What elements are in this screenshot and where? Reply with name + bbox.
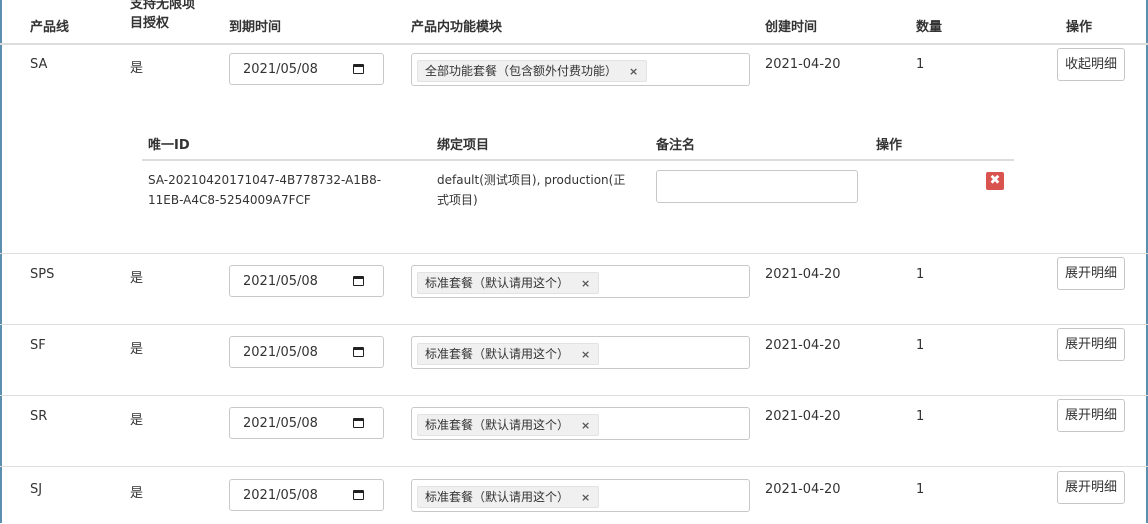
created-cell: 2021-04-20 (765, 267, 841, 282)
created-cell: 2021-04-20 (765, 57, 841, 72)
header-created: 创建时间 (765, 20, 818, 35)
table-row-sr: SR 是 2021/05/08 标准套餐（默认请用这个） × 2021-04-20… (0, 395, 1148, 466)
quantity-cell: 1 (916, 57, 925, 72)
tag-remove-icon[interactable]: × (581, 348, 590, 361)
module-select[interactable]: 标准套餐（默认请用这个） × (411, 407, 750, 440)
module-tag-label: 全部功能套餐（包含额外付费功能） (425, 64, 618, 78)
expire-date-value: 2021/05/08 (243, 345, 318, 360)
table-row-sf: SF 是 2021/05/08 标准套餐（默认请用这个） × 2021-04-20… (0, 324, 1148, 395)
expire-date-value: 2021/05/08 (243, 62, 318, 77)
tag-remove-icon[interactable]: × (581, 419, 590, 432)
expire-date-input[interactable]: 2021/05/08 (229, 265, 384, 297)
remark-input[interactable] (656, 170, 858, 203)
module-tag: 标准套餐（默认请用这个） × (417, 486, 600, 508)
detail-uid-cell: SA-20210420171047-4B778732-A1B8- 11EB-A4… (148, 170, 381, 210)
module-select[interactable]: 标准套餐（默认请用这个） × (411, 265, 750, 298)
detail-project-line1: default(测试项目), production(正 (437, 173, 626, 187)
module-tag: 标准套餐（默认请用这个） × (417, 414, 600, 436)
table-header: 产品线 支持无限项 目授权 到期时间 产品内功能模块 创建时间 数量 操作 (0, 0, 1148, 45)
created-cell: 2021-04-20 (765, 409, 841, 424)
product-cell: SF (30, 338, 46, 353)
calendar-icon[interactable] (353, 64, 364, 74)
quantity-cell: 1 (916, 267, 925, 282)
collapse-detail-button[interactable]: 收起明细 (1057, 48, 1126, 81)
expire-date-input[interactable]: 2021/05/08 (229, 407, 384, 439)
delete-icon[interactable]: ✖ (986, 172, 1004, 190)
detail-header-remark: 备注名 (656, 138, 696, 153)
calendar-icon[interactable] (353, 347, 364, 357)
expire-date-input[interactable]: 2021/05/08 (229, 53, 384, 85)
module-tag-label: 标准套餐（默认请用这个） (425, 276, 570, 290)
module-tag: 标准套餐（默认请用这个） × (417, 272, 600, 294)
module-tag: 全部功能套餐（包含额外付费功能） × (417, 60, 648, 82)
unlimited-cell: 是 (130, 413, 144, 428)
table-row-sps: SPS 是 2021/05/08 标准套餐（默认请用这个） × 2021-04-2… (0, 253, 1148, 324)
module-tag-label: 标准套餐（默认请用这个） (425, 490, 570, 504)
tag-remove-icon[interactable]: × (581, 491, 590, 504)
expand-detail-button[interactable]: 展开明细 (1057, 257, 1126, 290)
quantity-cell: 1 (916, 482, 925, 497)
created-cell: 2021-04-20 (765, 338, 841, 353)
header-action: 操作 (1066, 20, 1093, 35)
detail-project-cell: default(测试项目), production(正 式项目) (437, 170, 625, 210)
module-select[interactable]: 全部功能套餐（包含额外付费功能） × (411, 53, 750, 86)
expire-date-input[interactable]: 2021/05/08 (229, 336, 384, 368)
header-product-line: 产品线 (30, 20, 70, 35)
header-unlimited: 支持无限项 目授权 (130, 0, 240, 33)
unlimited-cell: 是 (130, 271, 144, 286)
module-tag-label: 标准套餐（默认请用这个） (425, 418, 570, 432)
detail-project-line2: 式项目) (437, 193, 478, 207)
tag-remove-icon[interactable]: × (581, 277, 590, 290)
expire-date-value: 2021/05/08 (243, 416, 318, 431)
header-expire: 到期时间 (229, 20, 282, 35)
header-modules: 产品内功能模块 (411, 20, 503, 35)
expand-detail-button[interactable]: 展开明细 (1057, 471, 1126, 504)
expand-detail-button[interactable]: 展开明细 (1057, 328, 1126, 361)
calendar-icon[interactable] (353, 490, 364, 500)
expire-date-value: 2021/05/08 (243, 488, 318, 503)
header-unlimited-line1: 支持无限项 (130, 0, 196, 12)
expire-date-input[interactable]: 2021/05/08 (229, 479, 384, 511)
header-quantity: 数量 (916, 20, 943, 35)
quantity-cell: 1 (916, 409, 925, 424)
unlimited-cell: 是 (130, 486, 144, 501)
expire-date-value: 2021/05/08 (243, 274, 318, 289)
table-row-sa: SA 是 2021/05/08 全部功能套餐（包含额外付费功能） × 2021-0… (0, 45, 1148, 117)
detail-uid-line1: SA-20210420171047-4B778732-A1B8- (148, 173, 382, 187)
tag-remove-icon[interactable]: × (629, 65, 638, 78)
quantity-cell: 1 (916, 338, 925, 353)
detail-uid-line2: 11EB-A4C8-5254009A7FCF (148, 193, 311, 207)
product-cell: SR (30, 409, 48, 424)
detail-header-project: 绑定项目 (437, 138, 490, 153)
product-cell: SPS (30, 267, 55, 282)
table-row-sj: SJ 是 2021/05/08 标准套餐（默认请用这个） × 2021-04-20… (0, 466, 1148, 524)
detail-header-action: 操作 (876, 138, 903, 153)
expand-detail-button[interactable]: 展开明细 (1057, 399, 1126, 432)
module-select[interactable]: 标准套餐（默认请用这个） × (411, 336, 750, 369)
module-select[interactable]: 标准套餐（默认请用这个） × (411, 479, 750, 512)
module-tag: 标准套餐（默认请用这个） × (417, 343, 600, 365)
product-cell: SJ (30, 482, 43, 497)
created-cell: 2021-04-20 (765, 482, 841, 497)
header-unlimited-line2: 目授权 (130, 16, 170, 31)
detail-header-divider (142, 159, 1014, 161)
detail-header-uid: 唯一ID (148, 138, 190, 153)
product-cell: SA (30, 57, 48, 72)
unlimited-cell: 是 (130, 342, 144, 357)
unlimited-cell: 是 (130, 61, 144, 76)
calendar-icon[interactable] (353, 418, 364, 428)
calendar-icon[interactable] (353, 276, 364, 286)
module-tag-label: 标准套餐（默认请用这个） (425, 347, 570, 361)
